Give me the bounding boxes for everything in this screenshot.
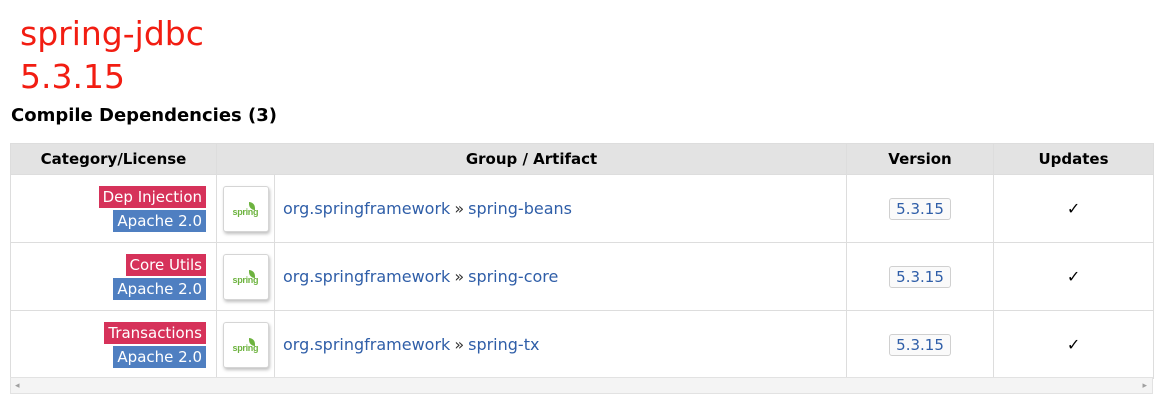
dependencies-table: Category/License Group / Artifact Versio… xyxy=(10,143,1155,379)
dependencies-table-container: Category/License Group / Artifact Versio… xyxy=(10,143,1155,379)
table-header-row: Category/License Group / Artifact Versio… xyxy=(10,143,1155,175)
updates-cell: ✓ xyxy=(993,242,1155,311)
separator: » xyxy=(454,199,465,218)
version-cell: 5.3.15 xyxy=(846,310,995,379)
horizontal-scrollbar[interactable]: ◂ ▸ xyxy=(10,377,1153,394)
spring-logo-icon[interactable]: spring xyxy=(222,253,269,300)
logo-cell: spring xyxy=(216,174,275,243)
version-link[interactable]: 5.3.15 xyxy=(889,197,951,220)
annotation-artifact-name: spring-jdbc xyxy=(20,14,204,53)
version-cell: 5.3.15 xyxy=(846,174,995,243)
header-category: Category/License xyxy=(10,143,217,175)
logo-cell: spring xyxy=(216,310,275,379)
scroll-left-icon[interactable]: ◂ xyxy=(15,381,20,391)
section-title: Compile Dependencies (3) xyxy=(11,105,278,126)
separator: » xyxy=(454,267,465,286)
license-badge[interactable]: Apache 2.0 xyxy=(113,277,206,300)
license-badge[interactable]: Apache 2.0 xyxy=(113,209,206,232)
spring-logo-icon[interactable]: spring xyxy=(222,185,269,232)
version-link[interactable]: 5.3.15 xyxy=(889,265,951,288)
version-cell: 5.3.15 xyxy=(846,242,995,311)
version-link[interactable]: 5.3.15 xyxy=(889,333,951,356)
group-link[interactable]: org.springframework xyxy=(283,199,450,218)
artifact-link[interactable]: spring-beans xyxy=(468,199,572,218)
category-badge[interactable]: Core Utils xyxy=(125,253,206,276)
updates-cell: ✓ xyxy=(993,310,1155,379)
artifact-cell: org.springframework» spring-beans xyxy=(273,174,848,243)
spring-logo-icon[interactable]: spring xyxy=(222,321,269,368)
group-link[interactable]: org.springframework xyxy=(283,335,450,354)
category-cell: Transactions Apache 2.0 xyxy=(10,310,217,379)
scroll-right-icon[interactable]: ▸ xyxy=(1142,381,1147,391)
category-cell: Dep Injection Apache 2.0 xyxy=(10,174,217,243)
artifact-link[interactable]: spring-core xyxy=(468,267,558,286)
category-cell: Core Utils Apache 2.0 xyxy=(10,242,217,311)
header-group-artifact: Group / Artifact xyxy=(215,143,848,175)
header-updates: Updates xyxy=(993,143,1155,175)
logo-cell: spring xyxy=(216,242,275,311)
category-badge[interactable]: Transactions xyxy=(104,321,206,344)
artifact-cell: org.springframework» spring-core xyxy=(273,242,848,311)
license-badge[interactable]: Apache 2.0 xyxy=(113,345,206,368)
separator: » xyxy=(454,335,465,354)
table-row: Core Utils Apache 2.0 spring org.springf… xyxy=(10,242,1155,311)
table-row: Dep Injection Apache 2.0 spring org.spri… xyxy=(10,174,1155,243)
category-badge[interactable]: Dep Injection xyxy=(98,185,206,208)
artifact-link[interactable]: spring-tx xyxy=(468,335,539,354)
table-row: Transactions Apache 2.0 spring org.sprin… xyxy=(10,310,1155,379)
artifact-cell: org.springframework» spring-tx xyxy=(273,310,848,379)
annotation-version: 5.3.15 xyxy=(20,57,125,96)
group-link[interactable]: org.springframework xyxy=(283,267,450,286)
updates-cell: ✓ xyxy=(993,174,1155,243)
header-version: Version xyxy=(846,143,995,175)
